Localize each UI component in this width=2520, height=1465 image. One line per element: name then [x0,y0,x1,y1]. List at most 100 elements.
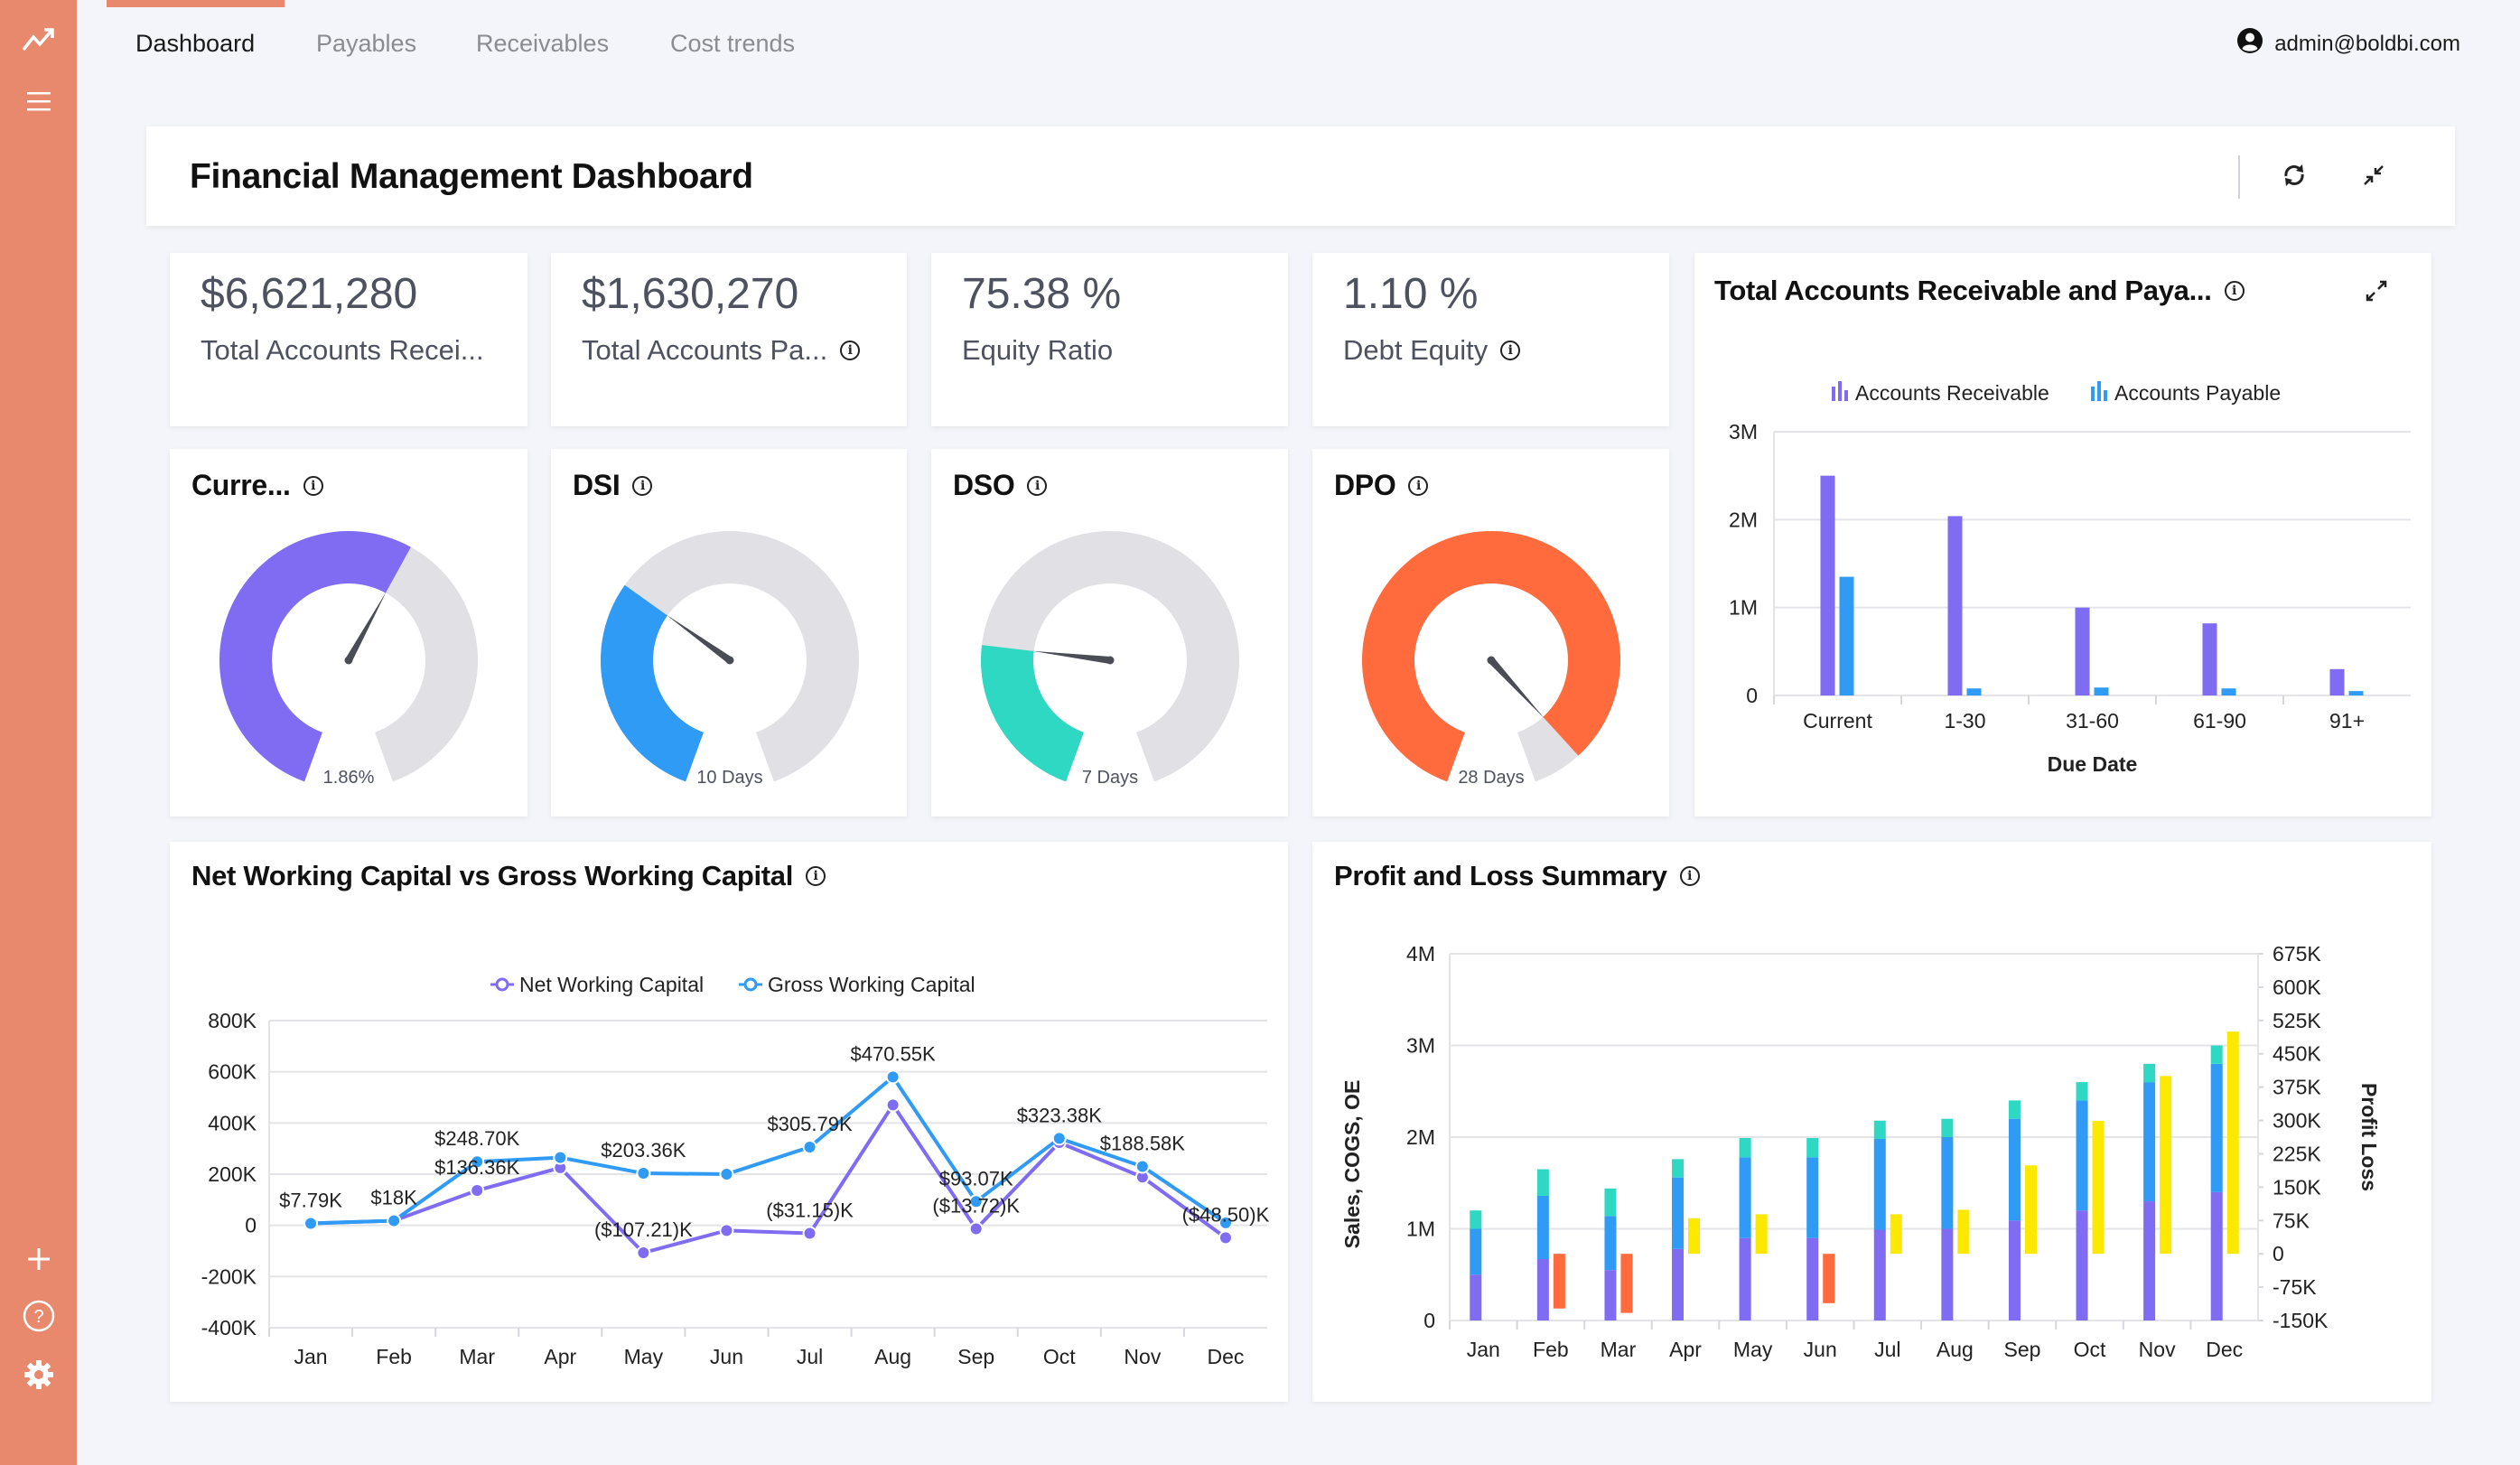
data-label: $323.38K [1017,1104,1103,1126]
tab-receivables[interactable]: Receivables [476,30,609,58]
x-tick-label: Aug [874,1345,911,1368]
stacked-bar-segment [2143,1063,2156,1083]
data-point [470,1183,485,1199]
gauge-title: DSI i [573,469,653,502]
info-icon[interactable]: i [632,475,653,496]
stacked-bar-segment [1536,1258,1549,1320]
gauge-value-label: 10 Days [696,768,762,788]
stacked-bar-segment [1536,1195,1549,1259]
y2-tick-label: 150K [2273,1175,2321,1199]
data-point [553,1150,568,1165]
legend-label: Gross Working Capital [768,973,975,996]
y-tick-label: 800K [208,1009,257,1032]
gauge-chart: 1.86% [219,530,478,788]
working-capital-chart-card: Net Working Capital vs Gross Working Cap… [170,842,1288,1402]
y2-tick-label: 675K [2273,942,2321,966]
kpi-label: Debt Equity i [1343,334,1521,367]
kpi-label-text: Total Accounts Pa... [582,334,828,366]
data-point [303,1216,319,1231]
legend-icon-bar [2097,381,2101,401]
kpi-card-equity-ratio: 75.38 % Equity Ratio [931,253,1288,426]
refresh-button[interactable] [2274,157,2314,197]
y2-tick-label: 525K [2273,1009,2321,1032]
x-tick-label: 1-30 [1944,709,1985,732]
y2-tick-label: 450K [2273,1042,2321,1066]
y-tick-label: 400K [208,1111,257,1134]
gauge-title-text: Curre... [191,469,291,501]
menu-icon[interactable] [0,83,77,119]
info-icon[interactable]: i [1408,475,1429,496]
data-label: $18K [370,1187,417,1209]
help-icon[interactable]: ? [0,1298,77,1334]
kpi-label-text: Total Accounts Recei... [201,334,484,366]
profit-bar [2024,1165,2037,1255]
x-tick-label: Sep [957,1345,994,1368]
user-menu[interactable]: admin@boldbi.com [2236,27,2460,61]
stacked-bar-segment [1739,1138,1751,1158]
gauge-value-label: 1.86% [323,768,375,788]
stacked-bar-segment [1672,1159,1685,1178]
stacked-bar-segment [1806,1138,1819,1158]
gauge-needle [1489,658,1545,719]
stacked-bar-segment [1941,1137,1954,1229]
x-tick-label: Jan [1467,1338,1500,1361]
legend-marker [495,977,509,992]
profit-loss-chart-card: Profit and Loss Summary i 0 1M 2M 3M 4M -150K -… [1312,842,2431,1402]
y2-tick-label: -150K [2273,1309,2329,1332]
data-label: $7.79K [279,1189,342,1211]
y-axis-title: Sales, COGS, OE [1340,1080,1364,1249]
y-tick-label: 3M [1406,1034,1435,1058]
plus-icon[interactable] [0,1241,77,1277]
gauge-fill [601,584,704,782]
y-tick-label: 0 [245,1214,257,1237]
gauge-fill [981,645,1084,782]
stacked-bar-segment [2143,1082,2156,1202]
stacked-bar-segment [1873,1120,1886,1140]
x-tick-label: Jul [1874,1338,1900,1361]
info-icon[interactable]: i [1027,475,1048,496]
profit-bar [1890,1214,1902,1255]
legend-label: Accounts Payable [2114,381,2281,405]
settings-icon[interactable] [0,1357,77,1393]
x-axis-title: Due Date [2048,752,2138,776]
stacked-bar-segment [1672,1248,1685,1320]
gauge-needle [345,591,387,662]
gauge-title: Curre... i [191,469,323,502]
data-label: ($48.50)K [1182,1203,1270,1226]
gauge-title: DPO i [1334,469,1429,502]
y-tick-label: 0 [1746,684,1758,707]
data-point [719,1223,734,1238]
profit-bar [2092,1121,2105,1255]
y2-axis-title: Profit Loss [2357,1083,2381,1191]
data-point [719,1167,734,1181]
data-label: $203.36K [601,1139,686,1162]
bar-accounts-receivable [1947,516,1963,695]
x-tick-label: Apr [544,1345,576,1368]
tab-payables[interactable]: Payables [316,30,416,58]
x-tick-label: Jul [797,1345,823,1368]
info-icon[interactable]: i [1500,341,1521,360]
info-icon[interactable]: i [303,475,323,496]
x-tick-label: Sep [2003,1338,2040,1361]
x-tick-label: Current [1803,709,1872,732]
x-tick-label: 91+ [2329,709,2365,732]
y2-tick-label: 75K [2273,1208,2310,1232]
collapse-button[interactable] [2354,157,2394,197]
stacked-bar-segment [1536,1169,1549,1196]
data-label: ($31.15)K [766,1199,854,1221]
data-point [636,1166,651,1181]
loss-bar [1823,1254,1835,1303]
tab-dashboard[interactable]: Dashboard [135,30,255,58]
y-tick-label: 3M [1729,420,1758,443]
tab-cost-trends[interactable]: Cost trends [670,30,795,58]
profit-bar [2226,1031,2239,1255]
x-tick-label: May [624,1345,664,1368]
gauge-title-text: DPO [1334,469,1396,501]
trend-icon[interactable] [0,20,77,60]
stacked-bar-segment [1739,1237,1751,1320]
info-icon[interactable]: i [840,341,861,360]
stacked-bar-segment [1470,1228,1482,1275]
gauge-value-label: 7 Days [1082,768,1138,788]
stacked-bar-segment [1470,1210,1482,1229]
x-tick-label: Feb [1533,1338,1569,1361]
